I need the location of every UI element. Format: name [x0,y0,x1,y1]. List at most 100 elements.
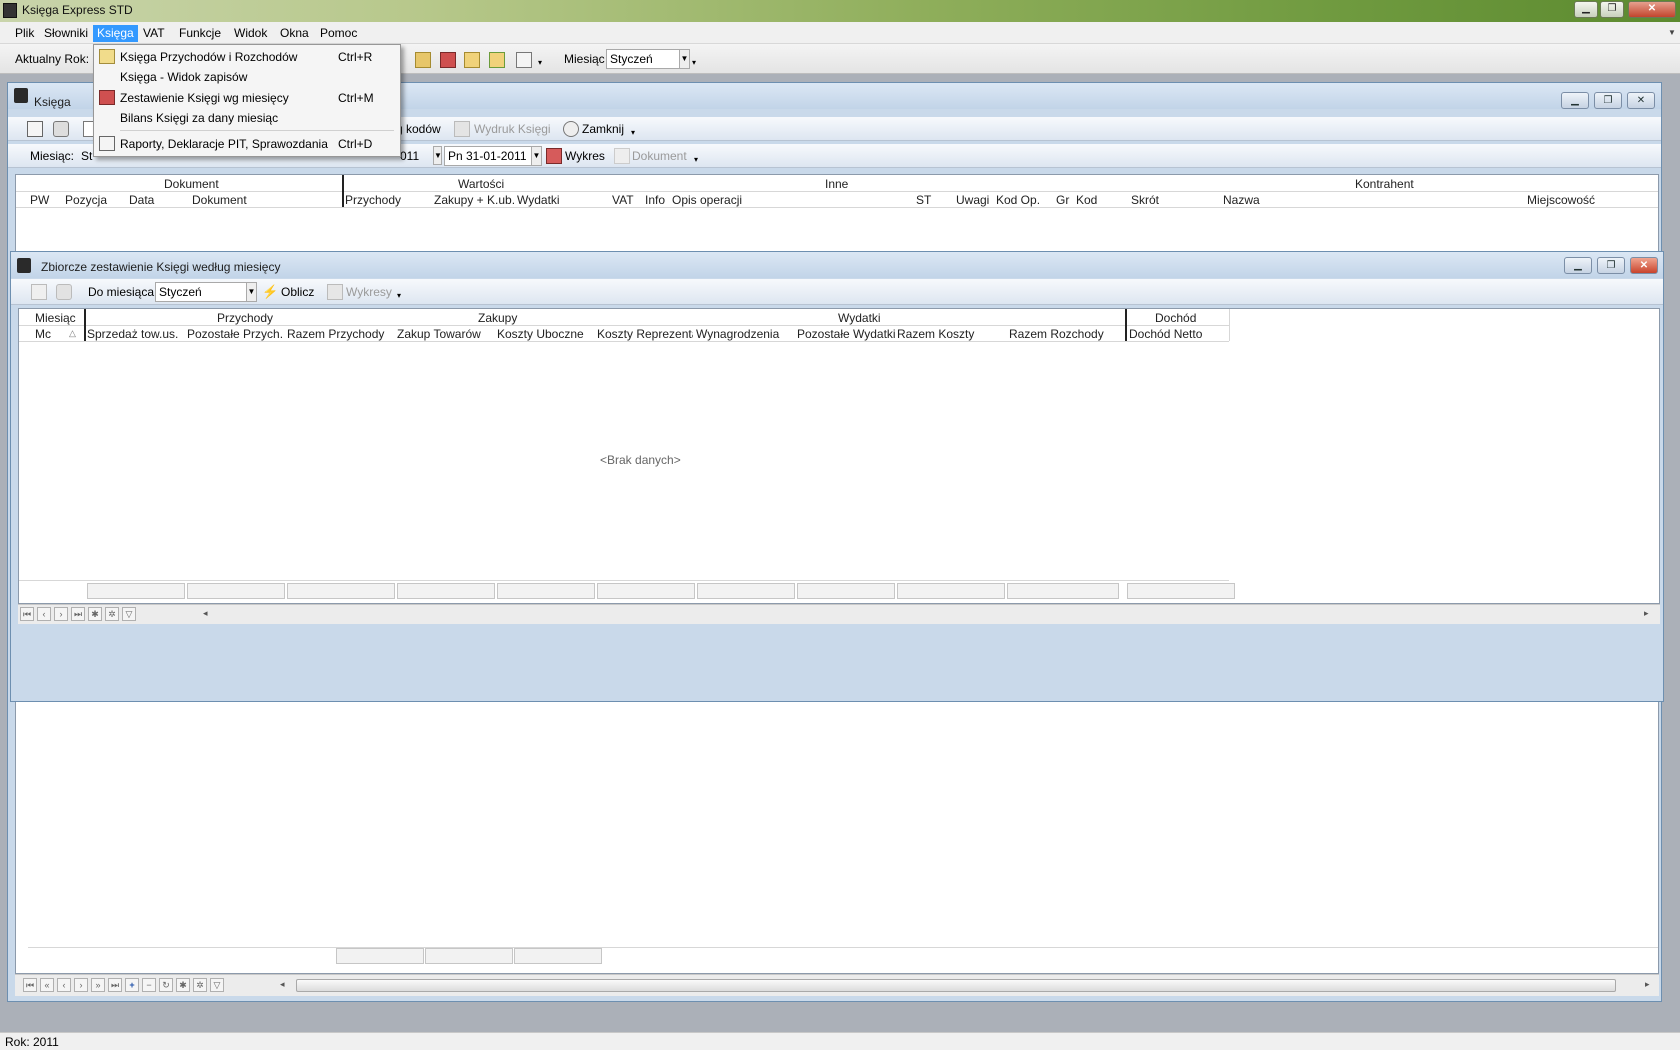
last-record-icon[interactable]: ⏭ [71,607,85,621]
clear-bookmark-icon[interactable]: ✲ [105,607,119,621]
refresh-icon[interactable]: ↻ [159,978,173,992]
chevron-down-icon[interactable]: ▼ [1668,28,1676,37]
scroll-right-icon[interactable]: ▸ [1645,979,1650,990]
delete-record-icon[interactable]: − [142,978,156,992]
document-icon[interactable] [516,52,532,68]
col-mc[interactable]: Mc [35,327,51,341]
add-record-icon[interactable]: + [125,978,139,992]
next-record-icon[interactable]: › [74,978,88,992]
close-ksiega-button[interactable]: Zamknij [582,122,624,136]
col-wynagrodzenia[interactable]: Wynagrodzenia [696,327,779,341]
zestawienie-grid[interactable]: Miesiąc Przychody Zakupy Wydatki Dochód … [18,308,1660,604]
date-from-field[interactable]: 011 [400,149,419,163]
col-miejscowosc[interactable]: Miejscowość [1527,193,1595,207]
chevron-down-icon[interactable]: ▾ [538,58,542,67]
chevron-down-icon[interactable]: ▾ [397,291,401,300]
menu-widok[interactable]: Widok [230,25,271,42]
print-ledger-button[interactable]: Wydruk Księgi [474,122,551,136]
document-button[interactable]: Dokument [632,149,687,163]
restore-button[interactable]: ❐ [1600,1,1624,18]
col-st[interactable]: ST [916,193,931,207]
col-pozostale-przych[interactable]: Pozostałe Przych. [187,327,283,341]
codes-button[interactable]: g kodów [396,122,441,136]
print-icon[interactable] [53,121,69,137]
month-filter-value[interactable]: St [81,149,92,163]
menu-item-ksiega-przychodow[interactable]: Księga Przychodów i Rozchodów Ctrl+R [96,47,398,67]
close-button[interactable]: ✕ [1630,257,1658,274]
chevron-down-icon[interactable]: ▾ [692,58,696,67]
menu-item-zestawienie[interactable]: Zestawienie Księgi wg miesięcy Ctrl+M [96,88,398,108]
menu-slowniki[interactable]: Słowniki [40,25,92,42]
next-page-icon[interactable]: » [91,978,105,992]
col-kod-op[interactable]: Kod Op. [996,193,1040,207]
filter-icon[interactable]: ▽ [122,607,136,621]
open-folder-icon[interactable] [464,52,480,68]
col-dokument[interactable]: Dokument [192,193,247,207]
menu-funkcje[interactable]: Funkcje [175,25,225,42]
chevron-down-icon[interactable]: ▾ [631,128,635,137]
last-record-icon[interactable]: ⏭ [108,978,122,992]
preview-icon[interactable] [27,121,43,137]
col-razem-koszty[interactable]: Razem Koszty [897,327,974,341]
bookmark-icon[interactable]: ✱ [176,978,190,992]
next-record-icon[interactable]: › [54,607,68,621]
minimize-button[interactable]: ▁ [1564,257,1592,274]
col-skrot[interactable]: Skrót [1131,193,1159,207]
col-info[interactable]: Info [645,193,665,207]
col-pozycja[interactable]: Pozycja [65,193,107,207]
date-to-field[interactable]: Pn 31-01-2011 ▼ [444,146,542,166]
col-zakupy[interactable]: Zakupy + K.ub. [434,193,515,207]
month-select[interactable]: Styczeń ▼ [606,49,690,69]
first-record-icon[interactable]: ⏮ [20,607,34,621]
chevron-down-icon[interactable]: ▼ [531,147,541,165]
col-pozostale-wydatki[interactable]: Pozostałe Wydatki [797,327,896,341]
chart-button[interactable]: Wykres [565,149,605,163]
bookmark-icon[interactable]: ✱ [88,607,102,621]
folder-icon[interactable] [415,52,431,68]
menu-ksiega[interactable]: Księga [93,25,138,42]
col-data[interactable]: Data [129,193,154,207]
menu-vat[interactable]: VAT [139,25,169,42]
col-vat[interactable]: VAT [612,193,634,207]
menu-item-bilans[interactable]: Bilans Księgi za dany miesiąc [96,108,398,128]
col-wydatki[interactable]: Wydatki [517,193,560,207]
add-folder-icon[interactable] [489,52,505,68]
chevron-down-icon[interactable]: ▼ [679,50,689,68]
menu-item-raporty[interactable]: Raporty, Deklaracje PIT, Sprawozdania Ct… [96,134,398,154]
chevron-down-icon[interactable]: ▼ [246,283,256,301]
col-koszty-uboczne[interactable]: Koszty Uboczne [497,327,584,341]
chevron-down-icon[interactable]: ▾ [694,155,698,164]
col-nazwa[interactable]: Nazwa [1223,193,1260,207]
scroll-left-icon[interactable]: ◂ [203,608,208,619]
to-month-select[interactable]: Styczeń ▼ [155,282,257,302]
restore-button[interactable]: ❐ [1594,92,1622,109]
col-kod[interactable]: Kod [1076,193,1097,207]
menu-pomoc[interactable]: Pomoc [316,25,361,42]
prev-record-icon[interactable]: ‹ [37,607,51,621]
col-sprzedaz[interactable]: Sprzedaż tow.us. [87,327,178,341]
col-razem-rozchody[interactable]: Razem Rozchody [1009,327,1104,341]
minimize-button[interactable]: ▁ [1574,1,1598,18]
menu-okna[interactable]: Okna [276,25,313,42]
col-razem-przychody[interactable]: Razem Przychody [287,327,384,341]
col-dochod-netto[interactable]: Dochód Netto [1129,327,1202,341]
col-przychody[interactable]: Przychody [345,193,401,207]
col-gr[interactable]: Gr [1056,193,1069,207]
first-record-icon[interactable]: ⏮ [23,978,37,992]
col-zakup-towarow[interactable]: Zakup Towarów [397,327,481,341]
sort-ascending-icon[interactable]: △ [69,328,76,339]
col-uwagi[interactable]: Uwagi [956,193,989,207]
table-icon[interactable] [440,52,456,68]
close-button[interactable]: ✕ [1627,92,1655,109]
menu-plik[interactable]: Plik [11,25,38,42]
menu-item-widok-zapisow[interactable]: Księga - Widok zapisów [96,67,398,87]
horizontal-scrollbar-thumb[interactable] [296,979,1616,992]
close-button[interactable]: ✕ [1628,1,1676,18]
col-pw[interactable]: PW [30,193,49,207]
prev-page-icon[interactable]: « [40,978,54,992]
filter-icon[interactable]: ▽ [210,978,224,992]
scroll-left-icon[interactable]: ◂ [280,979,285,990]
restore-button[interactable]: ❐ [1597,257,1625,274]
col-koszty-reprezentac[interactable]: Koszty Reprezentac [597,327,693,341]
minimize-button[interactable]: ▁ [1561,92,1589,109]
